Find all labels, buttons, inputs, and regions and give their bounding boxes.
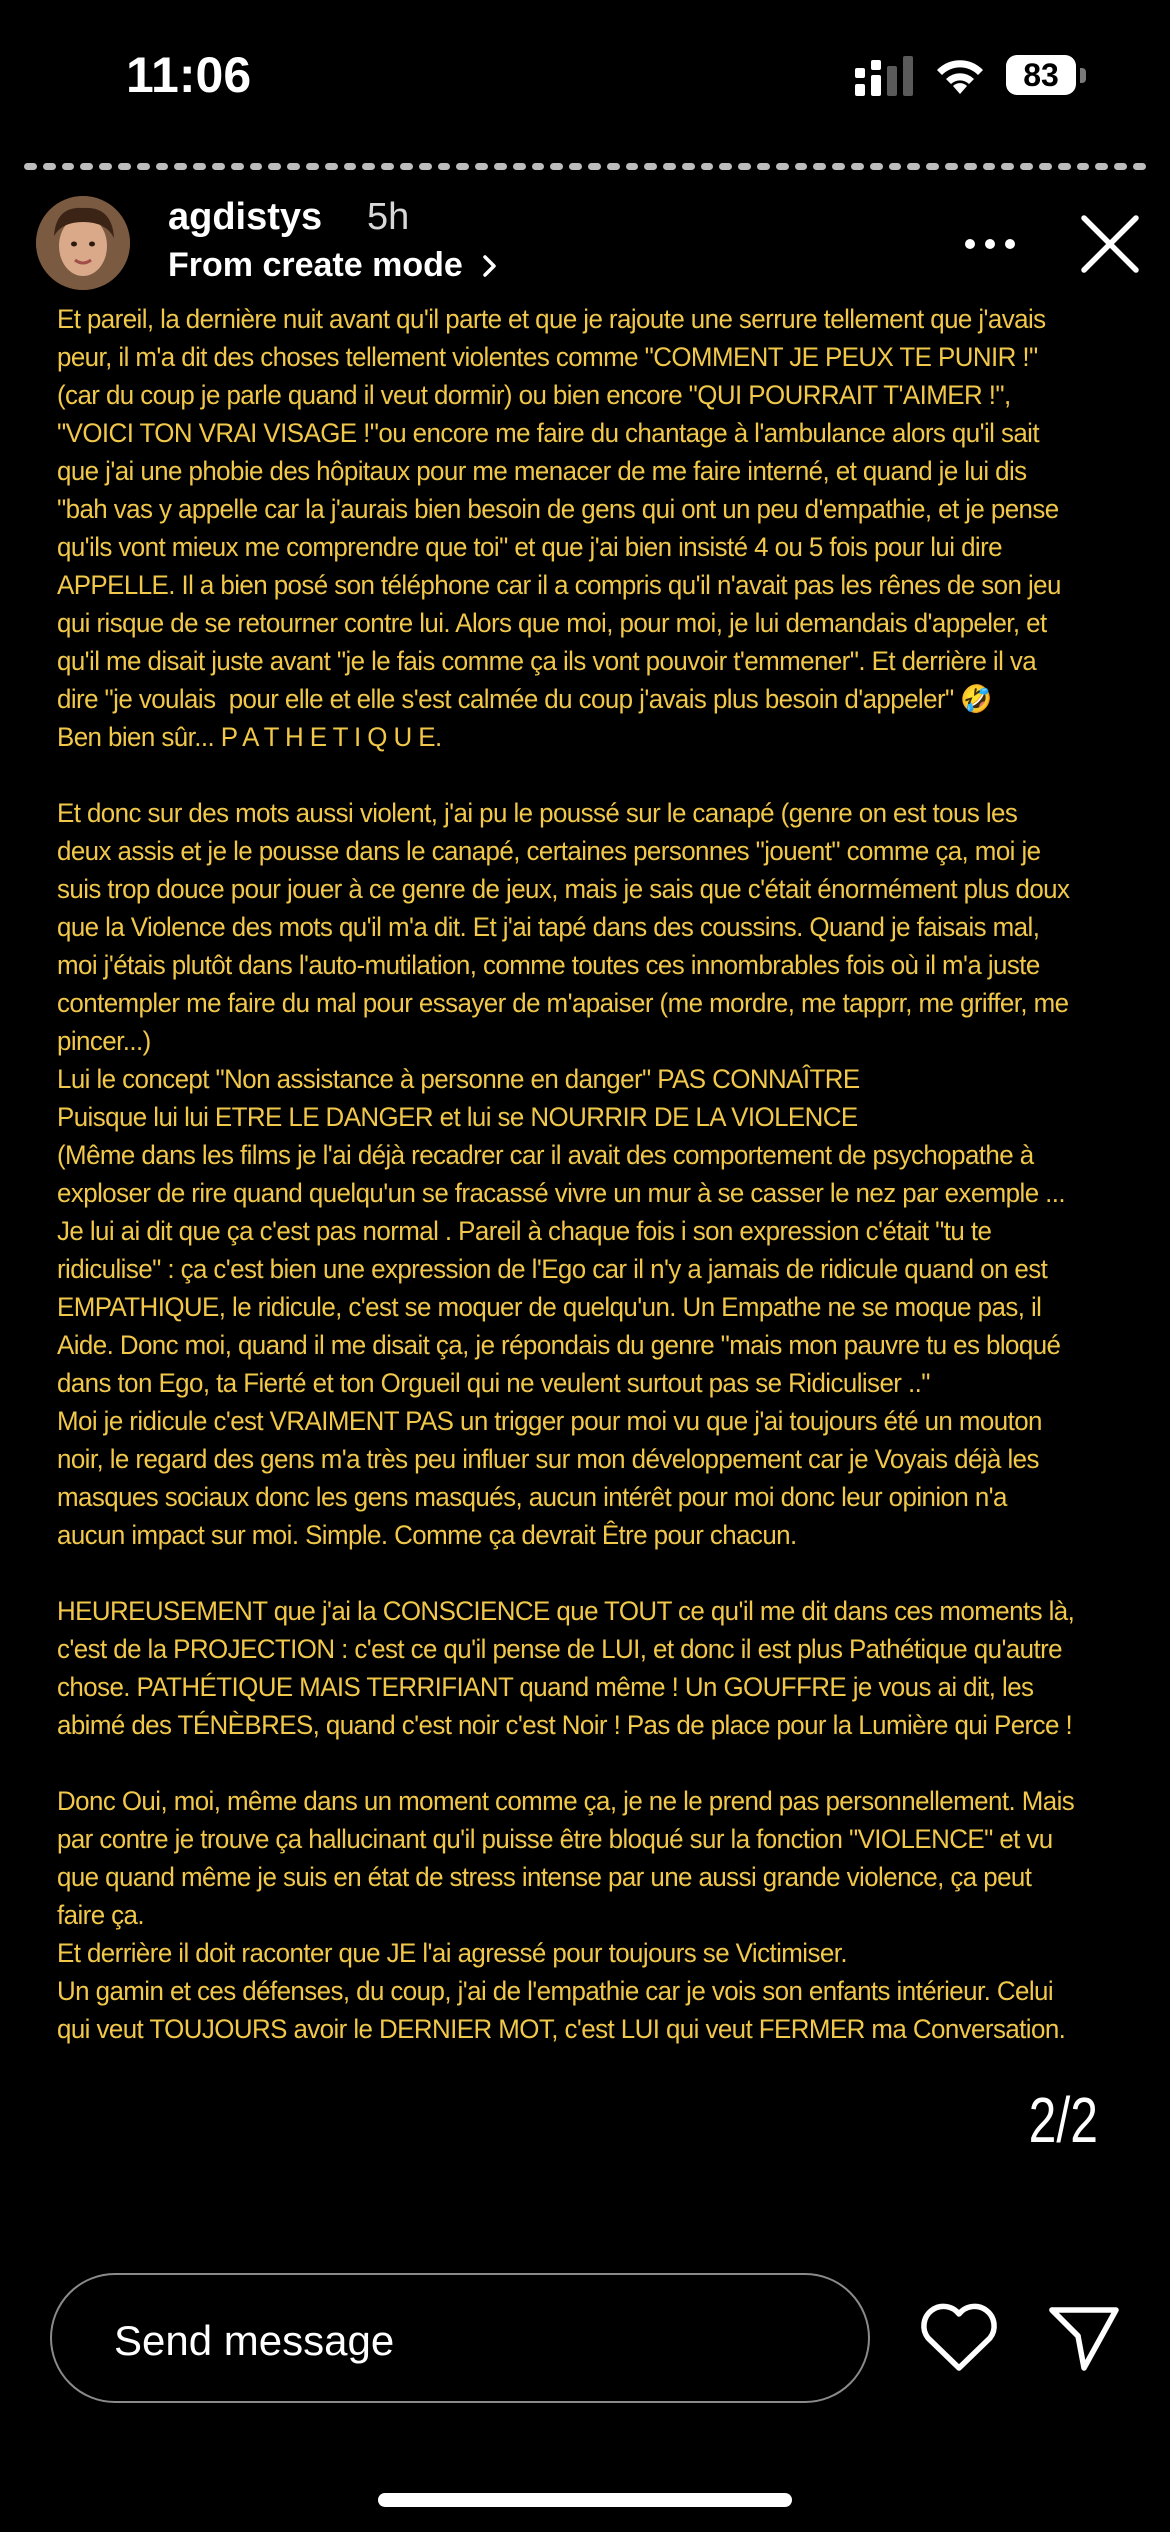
progress-segment: [493, 163, 507, 170]
page-counter: 2/2: [1028, 2084, 1098, 2156]
progress-segment: [1114, 163, 1128, 170]
create-mode-link[interactable]: From create mode: [168, 246, 505, 285]
progress-segment: [869, 163, 883, 170]
battery-nub: [1080, 68, 1086, 83]
progress-segment: [324, 163, 338, 170]
progress-segment: [738, 163, 752, 170]
progress-segment: [907, 163, 921, 170]
progress-segment: [1039, 163, 1052, 170]
home-indicator[interactable]: [378, 2493, 792, 2507]
battery-level: 83: [1006, 55, 1076, 95]
story-paragraph: Et pareil, la dernière nuit avant qu'il …: [57, 304, 1061, 752]
progress-segment: [625, 163, 639, 170]
progress-segment: [1076, 163, 1090, 170]
progress-segment: [268, 163, 282, 170]
progress-segment: [456, 163, 470, 170]
progress-segment: [1020, 163, 1034, 170]
progress-segment: [775, 163, 789, 170]
signal-icon: [855, 56, 913, 96]
battery-icon: 83: [1006, 55, 1088, 97]
progress-segment: [99, 163, 112, 170]
progress-segment: [475, 163, 488, 170]
post-time: 5h: [367, 196, 410, 238]
story-paragraph: Donc Oui, moi, même dans un moment comme…: [57, 1786, 1075, 2044]
progress-segment: [794, 163, 808, 170]
progress-segment: [249, 163, 263, 170]
progress-segment: [230, 163, 244, 170]
status-bar: 11:06 83: [0, 0, 1170, 150]
progress-segment: [550, 163, 564, 170]
progress-segment: [287, 163, 300, 170]
progress-segment: [399, 163, 413, 170]
username[interactable]: agdistys: [168, 196, 322, 239]
progress-segment: [757, 163, 770, 170]
progress-segment: [381, 163, 394, 170]
progress-segment: [945, 163, 958, 170]
progress-segment: [343, 163, 357, 170]
progress-segment: [117, 163, 131, 170]
story-paragraph: HEUREUSEMENT que j'ai la CONSCIENCE que …: [57, 1596, 1081, 1740]
progress-segment: [644, 163, 658, 170]
progress-segment: [1133, 163, 1146, 170]
progress-segment: [681, 163, 695, 170]
avatar[interactable]: [36, 196, 130, 290]
message-placeholder: Send message: [114, 2317, 395, 2364]
heart-icon[interactable]: [918, 2302, 1000, 2374]
progress-segment: [1001, 163, 1015, 170]
progress-segment: [587, 163, 601, 170]
progress-segment: [813, 163, 827, 170]
story-progress-bar: [24, 163, 1146, 170]
progress-segment: [61, 163, 75, 170]
progress-segment: [193, 163, 206, 170]
story-text: Et pareil, la dernière nuit avant qu'il …: [57, 300, 1075, 2086]
progress-segment: [42, 163, 56, 170]
progress-segment: [888, 163, 902, 170]
wifi-icon: [937, 60, 983, 94]
progress-segment: [136, 163, 150, 170]
progress-segment: [362, 163, 376, 170]
progress-segment: [700, 163, 714, 170]
progress-segment: [211, 163, 225, 170]
create-mode-label: From create mode: [168, 246, 463, 284]
progress-segment: [832, 163, 846, 170]
close-icon[interactable]: [1078, 212, 1142, 276]
chevron-right-icon: [483, 254, 496, 277]
progress-segment: [982, 163, 996, 170]
progress-segment: [531, 163, 545, 170]
progress-segment: [24, 163, 37, 170]
progress-segment: [606, 163, 620, 170]
progress-segment: [963, 163, 977, 170]
progress-segment: [437, 163, 451, 170]
story-paragraph: Et donc sur des mots aussi violent, j'ai…: [57, 798, 1070, 1550]
send-message-input[interactable]: Send message: [50, 2273, 870, 2403]
progress-segment: [1095, 163, 1109, 170]
progress-segment: [418, 163, 432, 170]
progress-segment: [174, 163, 188, 170]
status-time: 11:06: [126, 47, 252, 103]
more-icon[interactable]: [960, 224, 1020, 264]
progress-segment: [851, 163, 864, 170]
progress-segment: [719, 163, 733, 170]
progress-segment: [305, 163, 319, 170]
progress-segment: [155, 163, 169, 170]
progress-segment: [569, 163, 582, 170]
progress-segment: [926, 163, 940, 170]
send-icon[interactable]: [1046, 2302, 1122, 2374]
progress-segment: [512, 163, 526, 170]
progress-segment: [1057, 163, 1071, 170]
progress-segment: [80, 163, 94, 170]
progress-segment: [663, 163, 676, 170]
